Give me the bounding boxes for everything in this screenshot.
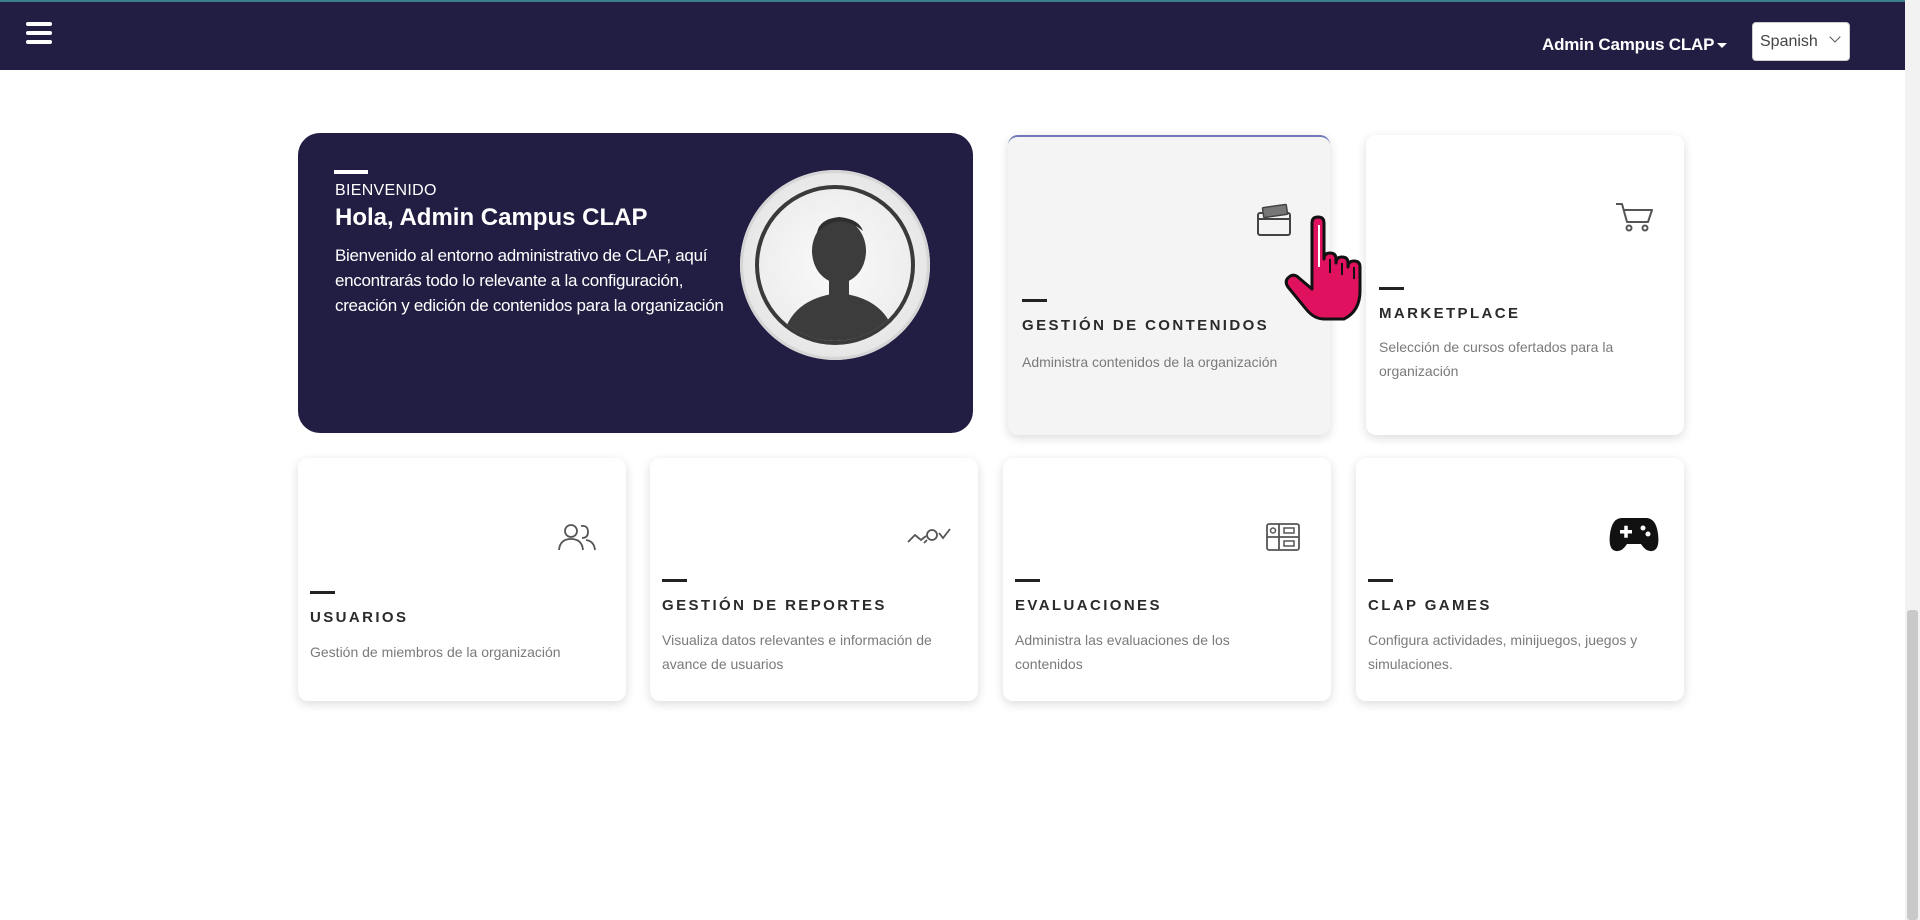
chevron-down-icon	[1829, 31, 1841, 43]
module-title: CLAP GAMES	[1368, 597, 1492, 614]
module-description: Configura actividades, minijuegos, juego…	[1368, 632, 1638, 672]
gamepad-icon	[1609, 518, 1659, 552]
module-card-marketplace[interactable]: MARKETPLACE Selección de cursos ofertado…	[1366, 135, 1684, 435]
hamburger-menu-icon[interactable]	[26, 22, 52, 46]
cart-icon	[1616, 203, 1653, 232]
module-description: Selección de cursos ofertados para la or…	[1379, 339, 1614, 379]
module-description: Administra las evaluaciones de los conte…	[1015, 632, 1230, 672]
caret-down-icon	[1717, 43, 1728, 49]
module-title: MARKETPLACE	[1379, 305, 1521, 322]
users-icon	[558, 524, 596, 551]
accent-bar	[334, 170, 368, 174]
user-menu-label: Admin Campus CLAP	[1542, 35, 1715, 54]
accent-bar	[662, 579, 687, 582]
accent-bar	[1022, 299, 1047, 302]
module-card-games[interactable]: CLAP GAMES Configura actividades, miniju…	[1356, 458, 1684, 701]
language-select[interactable]: Spanish	[1752, 22, 1850, 61]
module-title: USUARIOS	[310, 609, 409, 626]
module-title: EVALUACIONES	[1015, 597, 1162, 614]
user-menu-dropdown[interactable]: Admin Campus CLAP	[1542, 35, 1728, 55]
module-title: GESTIÓN DE REPORTES	[662, 597, 887, 614]
welcome-eyebrow: BIENVENIDO	[335, 182, 437, 199]
language-select-value: Spanish	[1760, 33, 1818, 50]
welcome-card: BIENVENIDO Hola, Admin Campus CLAP Bienv…	[298, 133, 973, 433]
accent-bar	[1368, 579, 1393, 582]
module-card-reportes[interactable]: GESTIÓN DE REPORTES Visualiza datos rele…	[650, 458, 978, 701]
scrollbar-thumb[interactable]	[1907, 610, 1918, 920]
module-card-evaluaciones[interactable]: EVALUACIONES Administra las evaluaciones…	[1003, 458, 1331, 701]
module-description: Administra contenidos de la organización	[1022, 354, 1278, 370]
evaluation-icon	[1266, 523, 1300, 551]
accent-bar	[310, 591, 335, 594]
module-description: Visualiza datos relevantes e información…	[662, 632, 932, 672]
hand-pointer-cursor-icon	[1284, 215, 1362, 321]
module-title: GESTIÓN DE CONTENIDOS	[1022, 317, 1270, 334]
welcome-description: Bienvenido al entorno administrativo de …	[335, 246, 724, 315]
top-navbar: Admin Campus CLAP Spanish	[0, 0, 1905, 70]
accent-bar	[1015, 579, 1040, 582]
module-card-usuarios[interactable]: USUARIOS Gestión de miembros de la organ…	[298, 458, 626, 701]
user-avatar-icon	[740, 170, 930, 360]
report-icon	[907, 528, 951, 544]
accent-bar	[1379, 287, 1404, 290]
welcome-greeting: Hola, Admin Campus CLAP	[335, 204, 648, 231]
module-description: Gestión de miembros de la organización	[310, 644, 561, 660]
